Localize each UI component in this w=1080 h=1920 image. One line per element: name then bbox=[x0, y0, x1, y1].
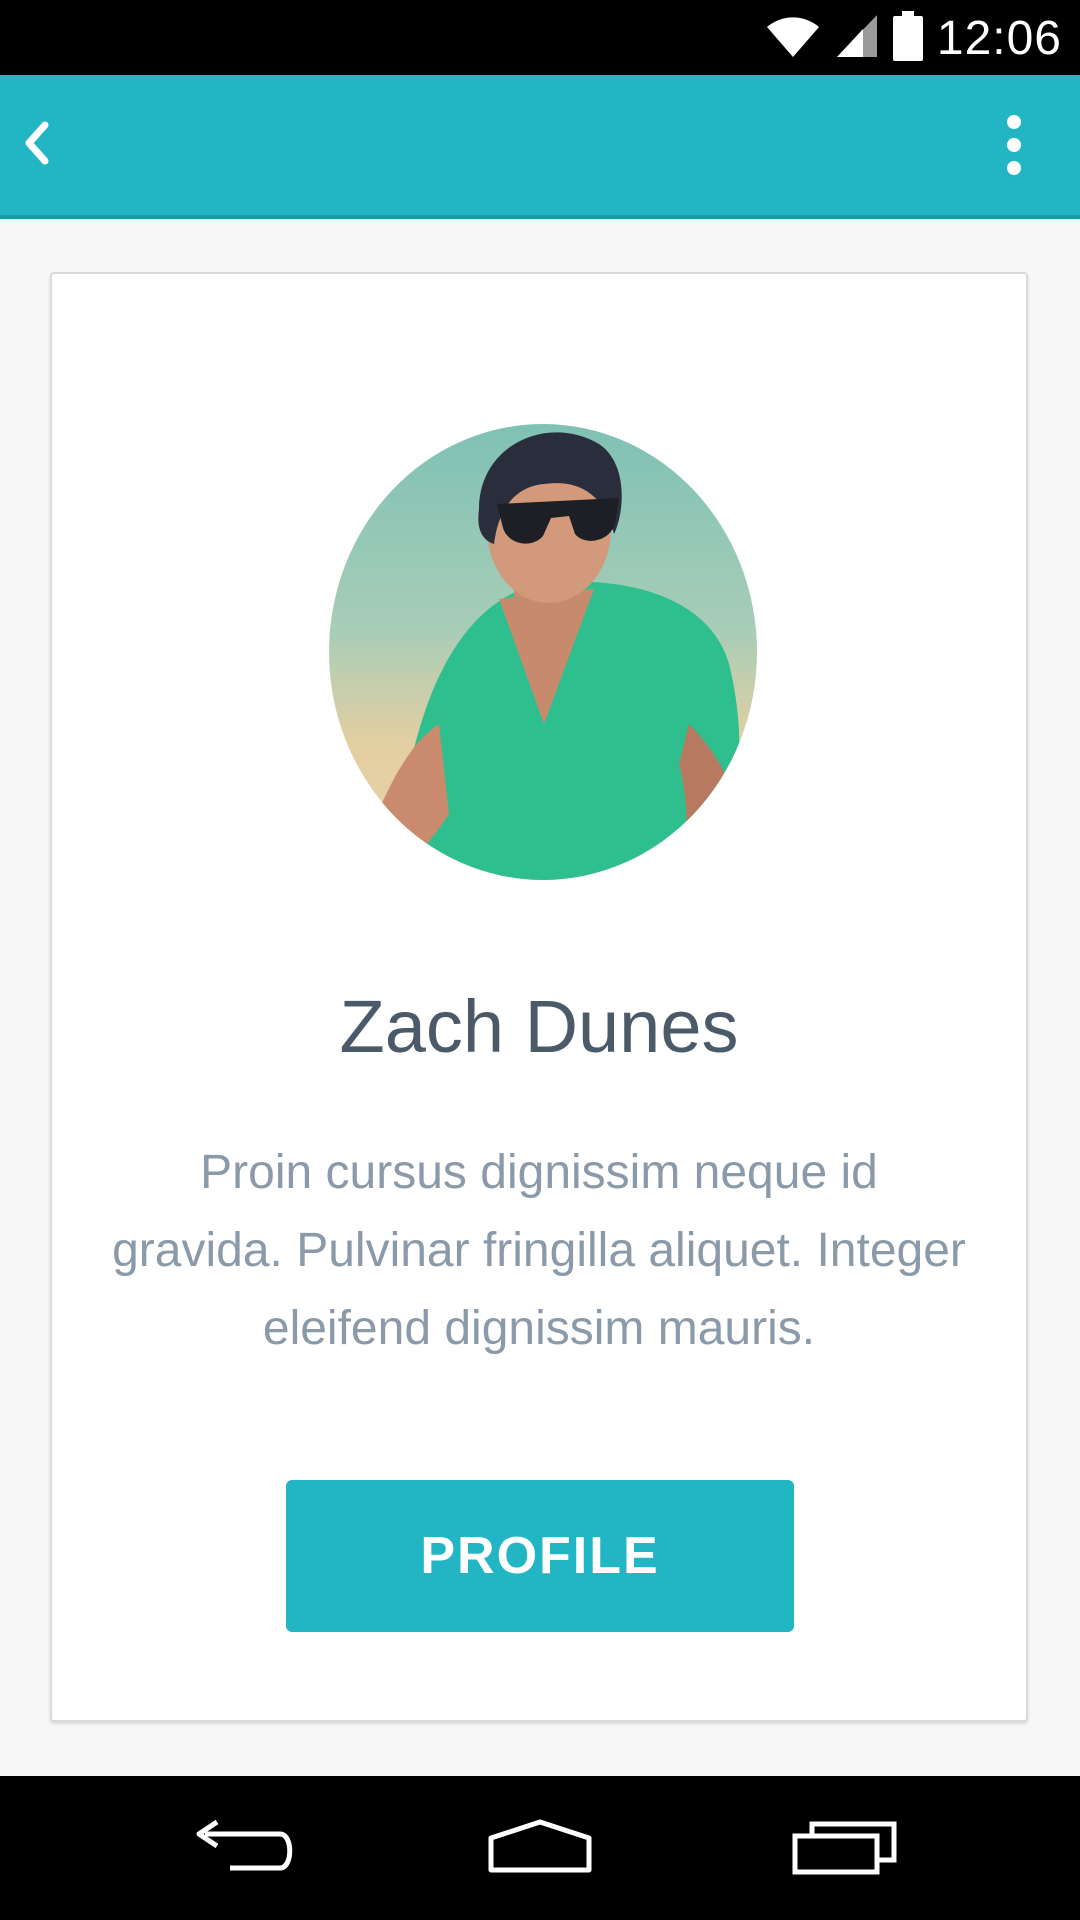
back-button[interactable] bbox=[6, 115, 66, 175]
overflow-menu-button[interactable] bbox=[994, 105, 1034, 185]
wifi-icon bbox=[765, 13, 821, 64]
profile-bio: Proin cursus dignissim neque id gravida.… bbox=[112, 1146, 966, 1355]
cell-signal-icon bbox=[835, 13, 879, 64]
app-bar bbox=[0, 75, 1080, 219]
avatar[interactable] bbox=[329, 424, 757, 880]
home-nav-icon bbox=[485, 1816, 595, 1881]
profile-button[interactable]: PROFILE bbox=[286, 1480, 794, 1632]
battery-icon bbox=[892, 10, 923, 66]
overflow-menu-icon-dot bbox=[1007, 115, 1021, 129]
system-nav-bar bbox=[0, 1776, 1080, 1920]
back-nav-icon bbox=[185, 1816, 295, 1881]
status-bar: 12:06 bbox=[0, 0, 1080, 75]
profile-card: Zach Dunes Proin cursus dignissim neque … bbox=[50, 272, 1028, 1722]
recents-nav-icon bbox=[790, 1816, 900, 1881]
profile-photo bbox=[329, 424, 757, 880]
profile-name: Zach Dunes bbox=[339, 985, 739, 1068]
nav-back-button[interactable] bbox=[170, 1798, 310, 1898]
status-time: 12:06 bbox=[936, 11, 1062, 65]
overflow-menu-icon-dot bbox=[1007, 161, 1021, 175]
chevron-left-icon bbox=[23, 121, 49, 170]
status-icons: 12:06 bbox=[765, 8, 1062, 68]
nav-home-button[interactable] bbox=[470, 1798, 610, 1898]
overflow-menu-icon-dot bbox=[1007, 138, 1021, 152]
nav-recents-button[interactable] bbox=[775, 1798, 915, 1898]
